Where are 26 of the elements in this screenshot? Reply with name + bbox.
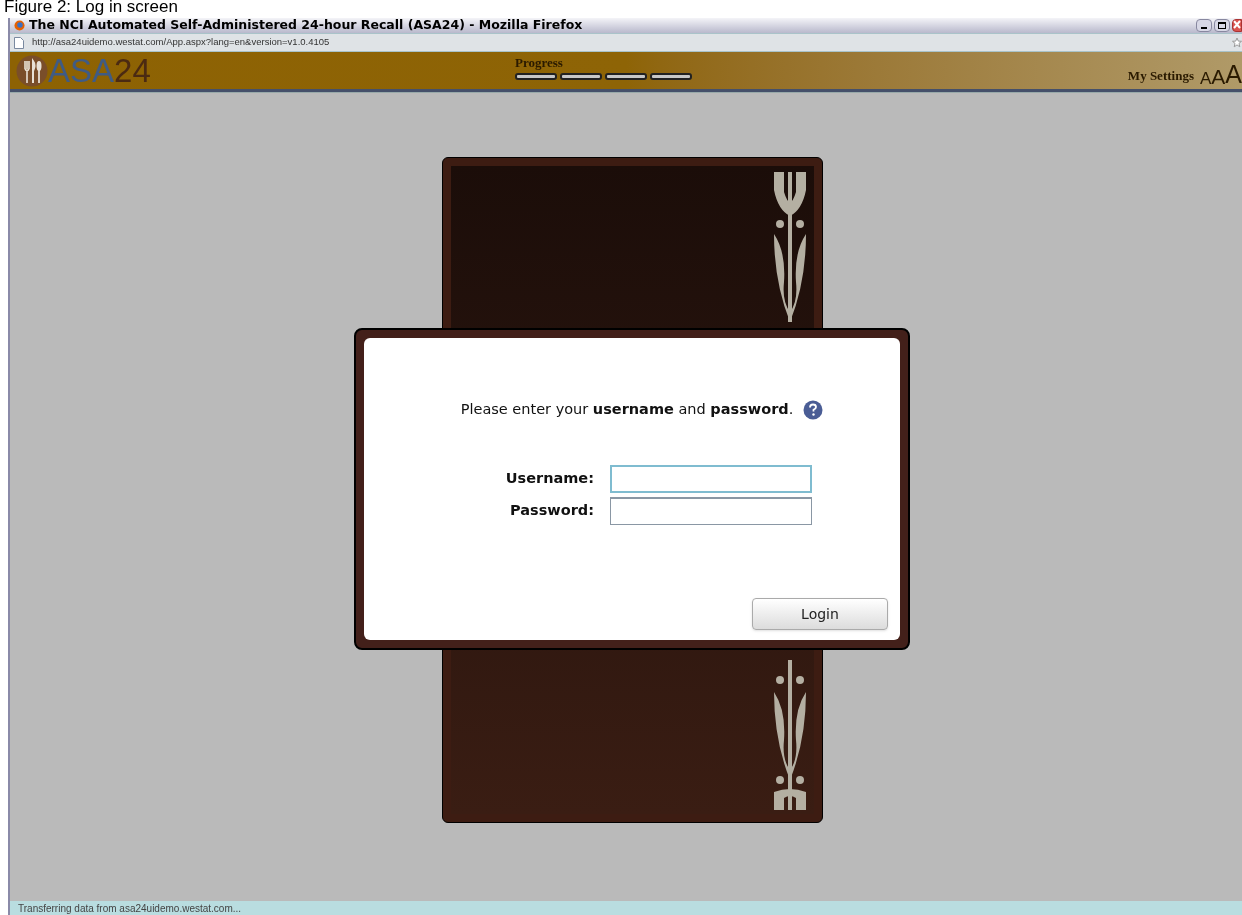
help-icon[interactable] — [803, 399, 824, 420]
maximize-button[interactable] — [1214, 19, 1230, 32]
field-label: Username: — [504, 468, 594, 488]
page-icon — [14, 36, 24, 49]
login-button[interactable]: Login — [752, 598, 888, 630]
logo-text: ASA24 — [48, 53, 151, 88]
text-size-button[interactable]: A — [1211, 66, 1226, 87]
progress-label: Progress — [515, 56, 563, 70]
address-bar[interactable]: http://asa24uidemo.westat.com/App.aspx?lang=en&version=v1.0.4105 — [10, 33, 1242, 52]
window-title: The NCI Automated Self-Administered 24-hour Recall (ASA24) - Mozilla Firefox — [29, 16, 583, 35]
minimize-button[interactable] — [1196, 19, 1212, 32]
text-size-button[interactable]: A — [1225, 62, 1242, 87]
field-label: Password: — [509, 500, 594, 520]
url-text: http://asa24uidemo.westat.com/App.aspx?lang=en&version=v1.0.4105 — [32, 35, 330, 50]
cutlery-logo-icon — [16, 54, 48, 87]
browser-logo-icon — [14, 20, 25, 31]
input-field[interactable] — [610, 464, 812, 493]
close-button[interactable] — [1232, 19, 1242, 32]
text-size-button[interactable]: A — [1199, 70, 1212, 87]
input-field[interactable] — [610, 496, 812, 525]
login-instruction: Please enter your username and password. — [460, 400, 794, 419]
star-icon[interactable] — [1232, 37, 1242, 48]
close-icon — [1233, 20, 1241, 29]
settings-link[interactable]: My Settings — [1127, 65, 1194, 85]
status-text: Transferring data from asa24uidemo.westat.com... — [18, 901, 242, 915]
figure-caption: Figure 2: Log in screen — [3, 0, 179, 18]
